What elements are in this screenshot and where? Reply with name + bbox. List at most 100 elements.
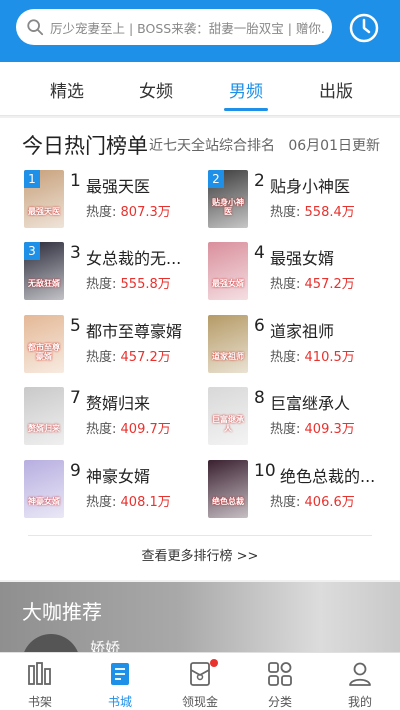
tab-featured[interactable]: 精选 <box>50 77 84 102</box>
heat-value: 457.2万 <box>304 277 355 292</box>
rank-number: 10 <box>254 461 276 481</box>
heat-row: 热度: 408.1万 <box>86 491 171 510</box>
book-cover[interactable]: 绝色总裁 <box>208 460 248 518</box>
ranking-item[interactable]: 道家祖师 6 道家祖师 热度: 410.5万 <box>208 315 388 379</box>
nav-cash[interactable]: 领现金 <box>170 653 230 710</box>
ranking-item[interactable]: 1 最强天医 1 最强天医 热度: 807.3万 <box>24 170 204 234</box>
tab-female[interactable]: 女频 <box>139 77 173 102</box>
heat-value: 410.5万 <box>304 350 355 365</box>
tab-male[interactable]: 男频 <box>229 77 263 102</box>
rank-number: 1 <box>70 171 81 191</box>
book-title[interactable]: 最强女婿 <box>270 245 388 269</box>
cover-title: 贴身小神医 <box>212 198 244 216</box>
cover-title: 最强天医 <box>28 207 60 216</box>
book-title[interactable]: 赘婿归来 <box>86 390 204 414</box>
ranking-item[interactable]: 2 贴身小神医 2 贴身小神医 热度: 558.4万 <box>208 170 388 234</box>
book-cover[interactable]: 3 无敌狂婿 <box>24 242 64 300</box>
notification-dot <box>210 659 218 667</box>
book-cover[interactable]: 最强女婿 <box>208 242 248 300</box>
category-tabs: 精选 女频 男频 出版 <box>0 62 400 116</box>
rank-number: 2 <box>254 171 265 191</box>
ranking-title: 今日热门榜单 <box>22 134 148 158</box>
cover-title: 神豪女婿 <box>28 497 60 506</box>
nav-bookstore-label: 书城 <box>107 695 132 709</box>
nav-category[interactable]: 分类 <box>250 653 310 710</box>
book-title[interactable]: 女总裁的无... <box>86 245 204 269</box>
category-icon <box>268 662 292 686</box>
heat-row: 热度: 807.3万 <box>86 201 171 220</box>
book-title[interactable]: 神豪女婿 <box>86 463 204 487</box>
rank-number: 6 <box>254 316 265 336</box>
cover-title: 绝色总裁 <box>212 497 244 506</box>
book-cover[interactable]: 都市至尊豪婿 <box>24 315 64 373</box>
rank-number: 7 <box>70 388 81 408</box>
book-title[interactable]: 都市至尊豪婿 <box>86 318 204 342</box>
ranking-item[interactable]: 绝色总裁 10 绝色总裁的... 热度: 406.6万 <box>208 460 388 524</box>
heat-value: 409.7万 <box>120 422 171 437</box>
cover-title: 道家祖师 <box>212 352 244 361</box>
rank-badge: 2 <box>208 170 224 188</box>
book-cover[interactable]: 2 贴身小神医 <box>208 170 248 228</box>
book-cover[interactable]: 道家祖师 <box>208 315 248 373</box>
rank-number: 3 <box>70 243 81 263</box>
rank-badge: 1 <box>24 170 40 188</box>
heat-label: 热度: <box>270 350 301 365</box>
heat-value: 408.1万 <box>120 495 171 510</box>
ranking-item[interactable]: 神豪女婿 9 神豪女婿 热度: 408.1万 <box>24 460 204 524</box>
ranking-card: 今日热门榜单 近七天全站综合排名 06月01日更新 1 最强天医 1 最强天医 热度: … <box>0 118 400 580</box>
bottom-nav: 书架 书城 领现金 分类 我的 <box>0 652 400 710</box>
bookshelf-icon <box>28 662 51 685</box>
tab-publish[interactable]: 出版 <box>319 77 353 102</box>
search-bar[interactable]: 厉少宠妻至上 | BOSS来袭：甜妻一胎双宝 | 赠你... <box>16 9 332 45</box>
ranking-item[interactable]: 巨富继承人 8 巨富继承人 热度: 409.3万 <box>208 387 388 451</box>
book-title[interactable]: 绝色总裁的... <box>280 463 398 487</box>
nav-bookstore[interactable]: 书城 <box>90 653 150 710</box>
book-title[interactable]: 贴身小神医 <box>270 173 388 197</box>
rank-badge: 3 <box>24 242 40 260</box>
bookstore-icon <box>111 663 129 685</box>
heat-label: 热度: <box>270 422 301 437</box>
divider <box>28 535 372 536</box>
heat-value: 807.3万 <box>120 205 171 220</box>
nav-profile-label: 我的 <box>347 695 372 709</box>
cover-title: 无敌狂婿 <box>28 279 60 288</box>
search-icon <box>27 19 44 36</box>
rank-number: 5 <box>70 316 81 336</box>
heat-value: 406.6万 <box>304 495 355 510</box>
search-placeholder: 厉少宠妻至上 | BOSS来袭：甜妻一胎双宝 | 赠你... <box>50 20 326 36</box>
heat-row: 热度: 409.3万 <box>270 418 355 437</box>
heat-value: 409.3万 <box>304 422 355 437</box>
heat-label: 热度: <box>270 205 301 220</box>
book-cover[interactable]: 巨富继承人 <box>208 387 248 445</box>
heat-row: 热度: 457.2万 <box>270 273 355 292</box>
cover-title: 最强女婿 <box>212 279 244 288</box>
book-title[interactable]: 巨富继承人 <box>270 390 388 414</box>
clock-icon[interactable] <box>348 12 380 44</box>
book-cover[interactable]: 神豪女婿 <box>24 460 64 518</box>
heat-row: 热度: 409.7万 <box>86 418 171 437</box>
heat-label: 热度: <box>86 495 117 510</box>
nav-bookshelf-label: 书架 <box>27 695 52 709</box>
profile-icon <box>349 662 371 686</box>
author-avatar <box>22 634 80 652</box>
rank-number: 8 <box>254 388 265 408</box>
nav-bookshelf[interactable]: 书架 <box>10 653 70 710</box>
ranking-item[interactable]: 最强女婿 4 最强女婿 热度: 457.2万 <box>208 242 388 306</box>
cover-title: 巨富继承人 <box>212 415 244 433</box>
book-title[interactable]: 道家祖师 <box>270 318 388 342</box>
cover-title: 都市至尊豪婿 <box>28 343 60 361</box>
ranking-item[interactable]: 赘婿归来 7 赘婿归来 热度: 409.7万 <box>24 387 204 451</box>
heat-label: 热度: <box>86 205 117 220</box>
more-rankings-link[interactable]: 查看更多排行榜 >> <box>0 545 400 564</box>
ranking-item[interactable]: 3 无敌狂婿 3 女总裁的无... 热度: 555.8万 <box>24 242 204 306</box>
heat-label: 热度: <box>86 277 117 292</box>
book-cover[interactable]: 1 最强天医 <box>24 170 64 228</box>
book-cover[interactable]: 赘婿归来 <box>24 387 64 445</box>
book-title[interactable]: 最强天医 <box>86 173 204 197</box>
ranking-item[interactable]: 都市至尊豪婿 5 都市至尊豪婿 热度: 457.2万 <box>24 315 204 379</box>
active-tab-indicator <box>224 108 268 111</box>
heat-value: 457.2万 <box>120 350 171 365</box>
recommend-section[interactable]: 大咖推荐 娇娇 <box>0 582 400 652</box>
nav-profile[interactable]: 我的 <box>330 653 390 710</box>
heat-row: 热度: 457.2万 <box>86 346 171 365</box>
